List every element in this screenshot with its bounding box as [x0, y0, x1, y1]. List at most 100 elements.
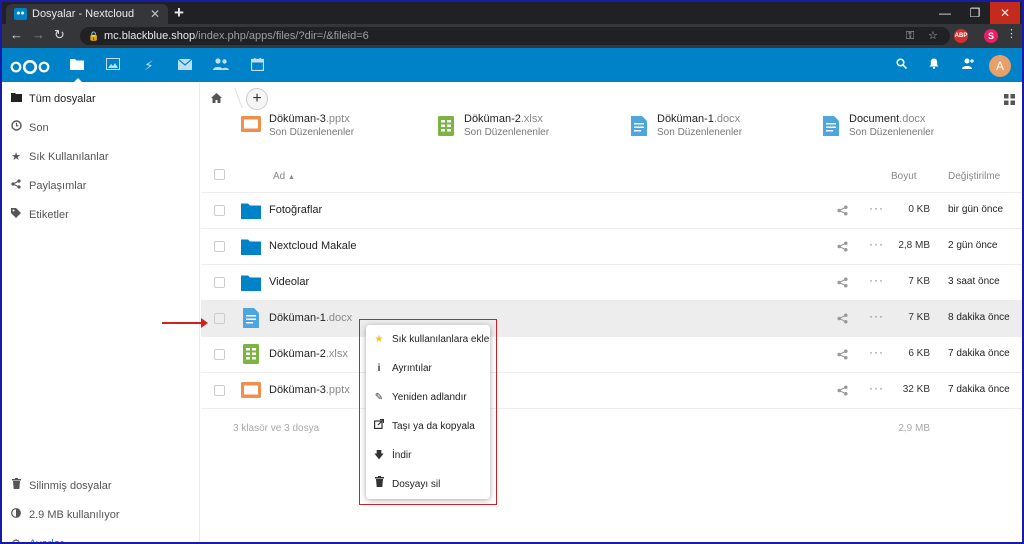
notifications-bell-icon[interactable]: [929, 58, 939, 72]
maximize-icon[interactable]: ❐: [960, 2, 990, 24]
file-summary: 3 klasör ve 3 dosya: [233, 423, 320, 434]
file-row[interactable]: Videolar ··· 7 KB 3 saat önce: [201, 265, 1022, 301]
lock-icon: 🔒: [88, 31, 100, 41]
add-new-button[interactable]: +: [246, 88, 268, 110]
file-row[interactable]: Döküman-3.pptx ··· 32 KB 7 dakika önce: [201, 373, 1022, 409]
file-row[interactable]: Döküman-2.xlsx ··· 6 KB 7 dakika önce: [201, 337, 1022, 373]
browser-tab[interactable]: ●● Dosyalar - Nextcloud ✕: [6, 4, 168, 24]
more-actions-icon[interactable]: ···: [869, 345, 884, 359]
bookmark-star-icon[interactable]: ☆: [928, 27, 938, 45]
sidebar-item-label: 2.9 MB kullanılıyor: [29, 509, 120, 521]
folder-icon: [241, 238, 261, 258]
row-checkbox[interactable]: [214, 205, 225, 216]
close-window-icon[interactable]: ✕: [990, 2, 1020, 24]
folder-icon: [241, 274, 261, 294]
photos-app-icon[interactable]: [105, 58, 121, 74]
close-tab-icon[interactable]: ✕: [150, 7, 160, 21]
column-name-header[interactable]: Ad ▲: [273, 171, 295, 182]
file-row[interactable]: Fotoğraflar ··· 0 KB bir gün önce: [201, 193, 1022, 229]
recent-file[interactable]: Document.docx Son Düzenlenenler: [821, 112, 1001, 142]
file-name[interactable]: Nextcloud Makale: [269, 240, 356, 252]
files-app-icon[interactable]: [69, 58, 85, 83]
mail-app-icon[interactable]: [177, 58, 193, 74]
recent-file-name: Döküman-2.xlsx: [464, 113, 543, 125]
adblock-icon[interactable]: ABP: [954, 29, 968, 43]
file-name[interactable]: Videolar: [269, 276, 309, 288]
recent-file[interactable]: Döküman-3.pptx Son Düzenlenenler: [241, 112, 421, 142]
share-icon[interactable]: [837, 349, 849, 361]
file-modified: bir gün önce: [948, 204, 1004, 215]
share-icon[interactable]: [837, 313, 849, 325]
row-checkbox[interactable]: [214, 385, 225, 396]
sidebar-item-recent[interactable]: Son: [2, 114, 200, 142]
folder-icon: [241, 202, 261, 222]
column-modified-header[interactable]: Değiştirilme: [948, 171, 1000, 182]
tag-icon: [10, 201, 22, 229]
sidebar-item-favorites[interactable]: ★ Sık Kullanılanlar: [2, 143, 200, 171]
calendar-app-icon[interactable]: [249, 58, 265, 74]
sidebar-item-shares[interactable]: Paylaşımlar: [2, 172, 200, 200]
file-name[interactable]: Fotoğraflar: [269, 204, 322, 216]
browser-menu-icon[interactable]: ⋮: [1006, 27, 1017, 40]
file-row-selected[interactable]: Döküman-1.docx ··· 7 KB 8 dakika önce: [201, 301, 1022, 337]
more-actions-icon[interactable]: ···: [869, 309, 884, 323]
file-modified: 3 saat önce: [948, 276, 1000, 287]
minimize-icon[interactable]: —: [930, 2, 960, 24]
grid-view-icon[interactable]: [1004, 94, 1015, 105]
profile-icon[interactable]: S: [984, 29, 998, 43]
recent-file-name: Document.docx: [849, 113, 926, 125]
quota-icon: [10, 501, 22, 529]
sidebar-item-label: Sık Kullanılanlar: [29, 151, 109, 163]
gear-icon: ⚙: [10, 530, 22, 542]
sidebar-item-label: Paylaşımlar: [29, 180, 87, 192]
nextcloud-logo[interactable]: [10, 60, 50, 74]
row-checkbox[interactable]: [214, 313, 225, 324]
more-actions-icon[interactable]: ···: [869, 381, 884, 395]
file-size: 2,8 MB: [898, 240, 930, 251]
recent-file[interactable]: Döküman-1.docx Son Düzenlenenler: [629, 112, 809, 142]
user-avatar[interactable]: A: [989, 55, 1011, 77]
sidebar-item-quota: 2.9 MB kullanılıyor: [2, 501, 200, 529]
more-actions-icon[interactable]: ···: [869, 237, 884, 251]
sidebar-item-tags[interactable]: Etiketler: [2, 201, 200, 229]
file-size: 7 KB: [908, 312, 930, 323]
file-size: 7 KB: [908, 276, 930, 287]
reload-icon[interactable]: ↻: [54, 27, 65, 43]
share-icon[interactable]: [837, 277, 849, 289]
more-actions-icon[interactable]: ···: [869, 201, 884, 215]
key-icon[interactable]: ⚿: [906, 27, 914, 45]
share-icon[interactable]: [837, 205, 849, 217]
recent-file-name: Döküman-1.docx: [657, 113, 741, 125]
docx-file-icon: [243, 308, 259, 331]
annotation-arrow: [162, 318, 208, 328]
row-checkbox[interactable]: [214, 241, 225, 252]
share-icon[interactable]: [837, 385, 849, 397]
pptx-file-icon: [241, 116, 261, 135]
recent-file-subtitle: Son Düzenlenenler: [849, 127, 935, 138]
contacts-menu-icon[interactable]: [962, 58, 974, 72]
back-icon[interactable]: ←: [10, 27, 23, 42]
column-size-header[interactable]: Boyut: [891, 171, 917, 182]
more-actions-icon[interactable]: ···: [869, 273, 884, 287]
screen: ●● Dosyalar - Nextcloud ✕ + — ❐ ✕ ← → ↻ …: [2, 2, 1022, 542]
share-icon[interactable]: [837, 241, 849, 253]
docx-file-icon: [631, 116, 647, 139]
new-tab-button[interactable]: +: [174, 3, 184, 23]
activity-app-icon[interactable]: ⚡: [141, 58, 157, 74]
contacts-app-icon[interactable]: [213, 58, 229, 74]
file-size: 0 KB: [908, 204, 930, 215]
forward-icon[interactable]: →: [32, 27, 45, 42]
sidebar-item-all-files[interactable]: Tüm dosyalar: [2, 85, 200, 113]
file-modified: 2 gün önce: [948, 240, 998, 251]
recent-file[interactable]: Döküman-2.xlsx Son Düzenlenenler: [436, 112, 616, 142]
row-checkbox[interactable]: [214, 277, 225, 288]
sidebar-item-deleted-files[interactable]: Silinmiş dosyalar: [2, 472, 200, 500]
address-bar[interactable]: 🔒 mc.blackblue.shop/index.php/apps/files…: [80, 27, 950, 45]
file-size: 6 KB: [908, 348, 930, 359]
sidebar-item-settings[interactable]: ⚙ Ayarlar: [2, 530, 200, 542]
select-all-checkbox[interactable]: [214, 169, 225, 180]
row-checkbox[interactable]: [214, 349, 225, 360]
home-icon[interactable]: [211, 93, 222, 106]
search-icon[interactable]: [896, 58, 908, 72]
file-row[interactable]: Nextcloud Makale ··· 2,8 MB 2 gün önce: [201, 229, 1022, 265]
